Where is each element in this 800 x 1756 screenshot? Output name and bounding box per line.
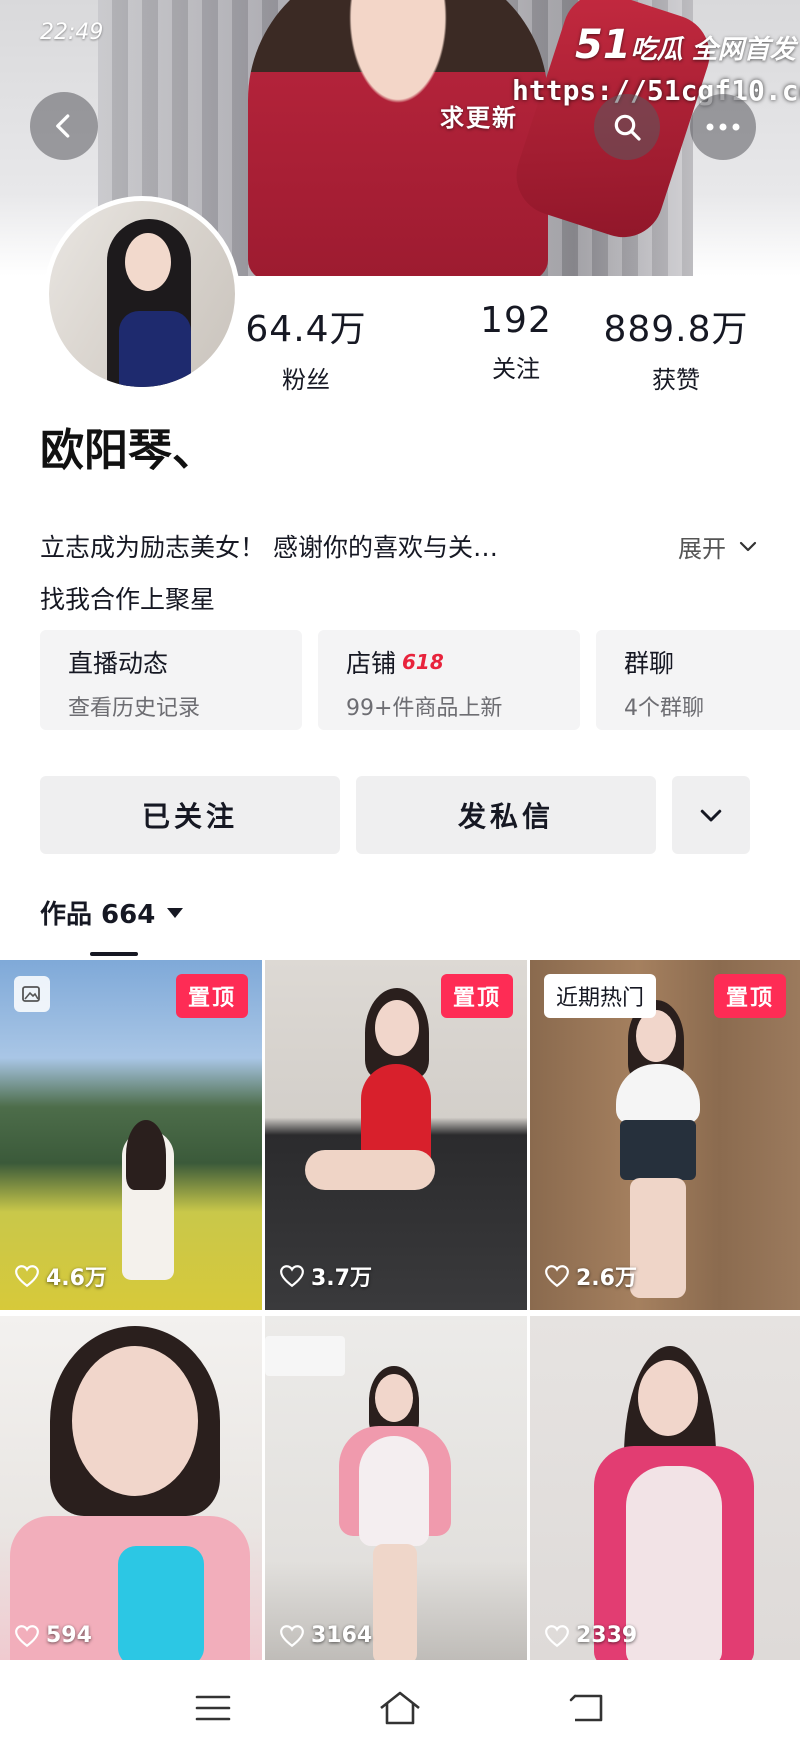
- video-tile[interactable]: 3164: [265, 1316, 527, 1666]
- message-button[interactable]: 发私信: [356, 776, 656, 854]
- like-count-value: 4.6万: [46, 1266, 107, 1291]
- system-navigation-bar: [0, 1660, 800, 1756]
- video-tile[interactable]: 594: [0, 1316, 262, 1666]
- like-count-value: 594: [46, 1623, 92, 1648]
- like-count: 594: [14, 1623, 92, 1648]
- status-bar-time: 22:49: [40, 20, 104, 45]
- card-subtitle: 查看历史记录: [68, 696, 201, 721]
- like-count: 2339: [544, 1623, 637, 1648]
- heart-icon: [545, 1624, 569, 1647]
- recommend-dropdown-button[interactable]: [672, 776, 750, 854]
- content-tabs: 作品 664: [40, 894, 185, 956]
- like-count-value: 3.7万: [311, 1266, 372, 1291]
- pinned-badge: 置顶: [713, 974, 786, 1018]
- profile-nickname: 欧阳琴、: [40, 425, 216, 476]
- heart-icon: [280, 1624, 304, 1647]
- video-tile[interactable]: 置顶 3.7万: [265, 960, 527, 1310]
- stat-followers[interactable]: 64.4万 粉丝: [226, 300, 386, 395]
- more-button[interactable]: [690, 94, 756, 160]
- like-count-value: 2.6万: [576, 1266, 637, 1291]
- stat-label: 获赞: [652, 366, 700, 394]
- more-dots-icon: [706, 123, 740, 131]
- tab-works[interactable]: 作品 664: [40, 894, 185, 931]
- cover-person-figure: [248, 0, 548, 276]
- promo-618-badge: 618: [402, 650, 444, 674]
- cover-caption: 求更新: [440, 104, 518, 132]
- back-nav-button[interactable]: [557, 1678, 617, 1738]
- card-title: 店铺: [346, 649, 397, 678]
- chevron-down-icon: [739, 541, 757, 552]
- stat-value: 889.8万: [603, 309, 749, 350]
- stat-following[interactable]: 192 关注: [436, 300, 596, 384]
- chevron-left-icon: [56, 114, 70, 138]
- stat-likes[interactable]: 889.8万 获赞: [596, 300, 756, 395]
- expand-bio-button[interactable]: 展开: [678, 529, 760, 564]
- watermark-url: https://51cgf10.com: [512, 74, 800, 107]
- trending-badge: 近期热门: [544, 974, 657, 1018]
- bio-line: 找我合作上聚星: [40, 585, 216, 614]
- menu-lines-icon: [196, 1695, 231, 1721]
- card-title: 群聊: [624, 649, 675, 678]
- recent-apps-button[interactable]: [183, 1678, 243, 1738]
- watermark-brand-text: 吃瓜 全网首发: [630, 35, 796, 65]
- stat-value: 192: [480, 300, 552, 341]
- back-button[interactable]: [30, 92, 98, 160]
- stat-label: 粉丝: [282, 366, 330, 394]
- expand-label: 展开: [678, 534, 726, 563]
- pinned-badge: 置顶: [440, 974, 513, 1018]
- watermark-brand: 51吃瓜 全网首发: [575, 22, 796, 68]
- like-count: 3164: [279, 1623, 372, 1648]
- card-live-history[interactable]: 直播动态 查看历史记录: [40, 630, 302, 730]
- stat-value: 64.4万: [245, 309, 367, 350]
- card-subtitle: 4个群聊: [624, 696, 704, 721]
- card-group-chat[interactable]: 群聊 4个群聊: [596, 630, 800, 730]
- like-count-value: 3164: [311, 1623, 373, 1648]
- profile-bio: 立志成为励志美女！ 感谢你的喜欢与关… 展开 找我合作上聚星: [40, 528, 760, 616]
- avatar[interactable]: [44, 196, 240, 392]
- stat-label: 关注: [492, 355, 540, 383]
- like-count: 2.6万: [544, 1260, 637, 1292]
- search-button[interactable]: [594, 94, 660, 160]
- video-tile[interactable]: 置顶 4.6万: [0, 960, 262, 1310]
- card-title: 直播动态: [68, 649, 169, 678]
- pinned-badge: 置顶: [175, 974, 248, 1018]
- search-icon: [614, 114, 641, 141]
- feature-cards: 直播动态 查看历史记录 店铺 618 99+件商品上新 群聊 4个群聊: [40, 630, 800, 730]
- bio-line: 立志成为励志美女！ 感谢你的喜欢与关…: [40, 533, 498, 562]
- like-count: 4.6万: [14, 1260, 107, 1292]
- tab-works-label: 作品 664: [40, 900, 156, 930]
- home-button[interactable]: [370, 1678, 430, 1738]
- heart-icon: [15, 1265, 39, 1288]
- followed-button[interactable]: 已关注: [40, 776, 340, 854]
- tab-active-indicator: [90, 952, 138, 956]
- heart-icon: [545, 1265, 569, 1288]
- watermark-brand-number: 51: [575, 22, 631, 68]
- like-count-value: 2339: [576, 1623, 638, 1648]
- video-tile[interactable]: 2339: [530, 1316, 800, 1666]
- back-arrow-icon: [569, 1694, 602, 1722]
- heart-icon: [280, 1265, 304, 1288]
- video-tile[interactable]: 近期热门 置顶 2.6万: [530, 960, 800, 1310]
- chevron-down-icon: [700, 809, 722, 822]
- caret-down-icon: [167, 907, 184, 918]
- like-count: 3.7万: [279, 1260, 372, 1292]
- card-subtitle: 99+件商品上新: [346, 696, 503, 721]
- home-icon: [380, 1691, 420, 1725]
- photo-album-icon: [14, 976, 50, 1012]
- heart-icon: [15, 1624, 39, 1647]
- card-shop[interactable]: 店铺 618 99+件商品上新: [318, 630, 580, 730]
